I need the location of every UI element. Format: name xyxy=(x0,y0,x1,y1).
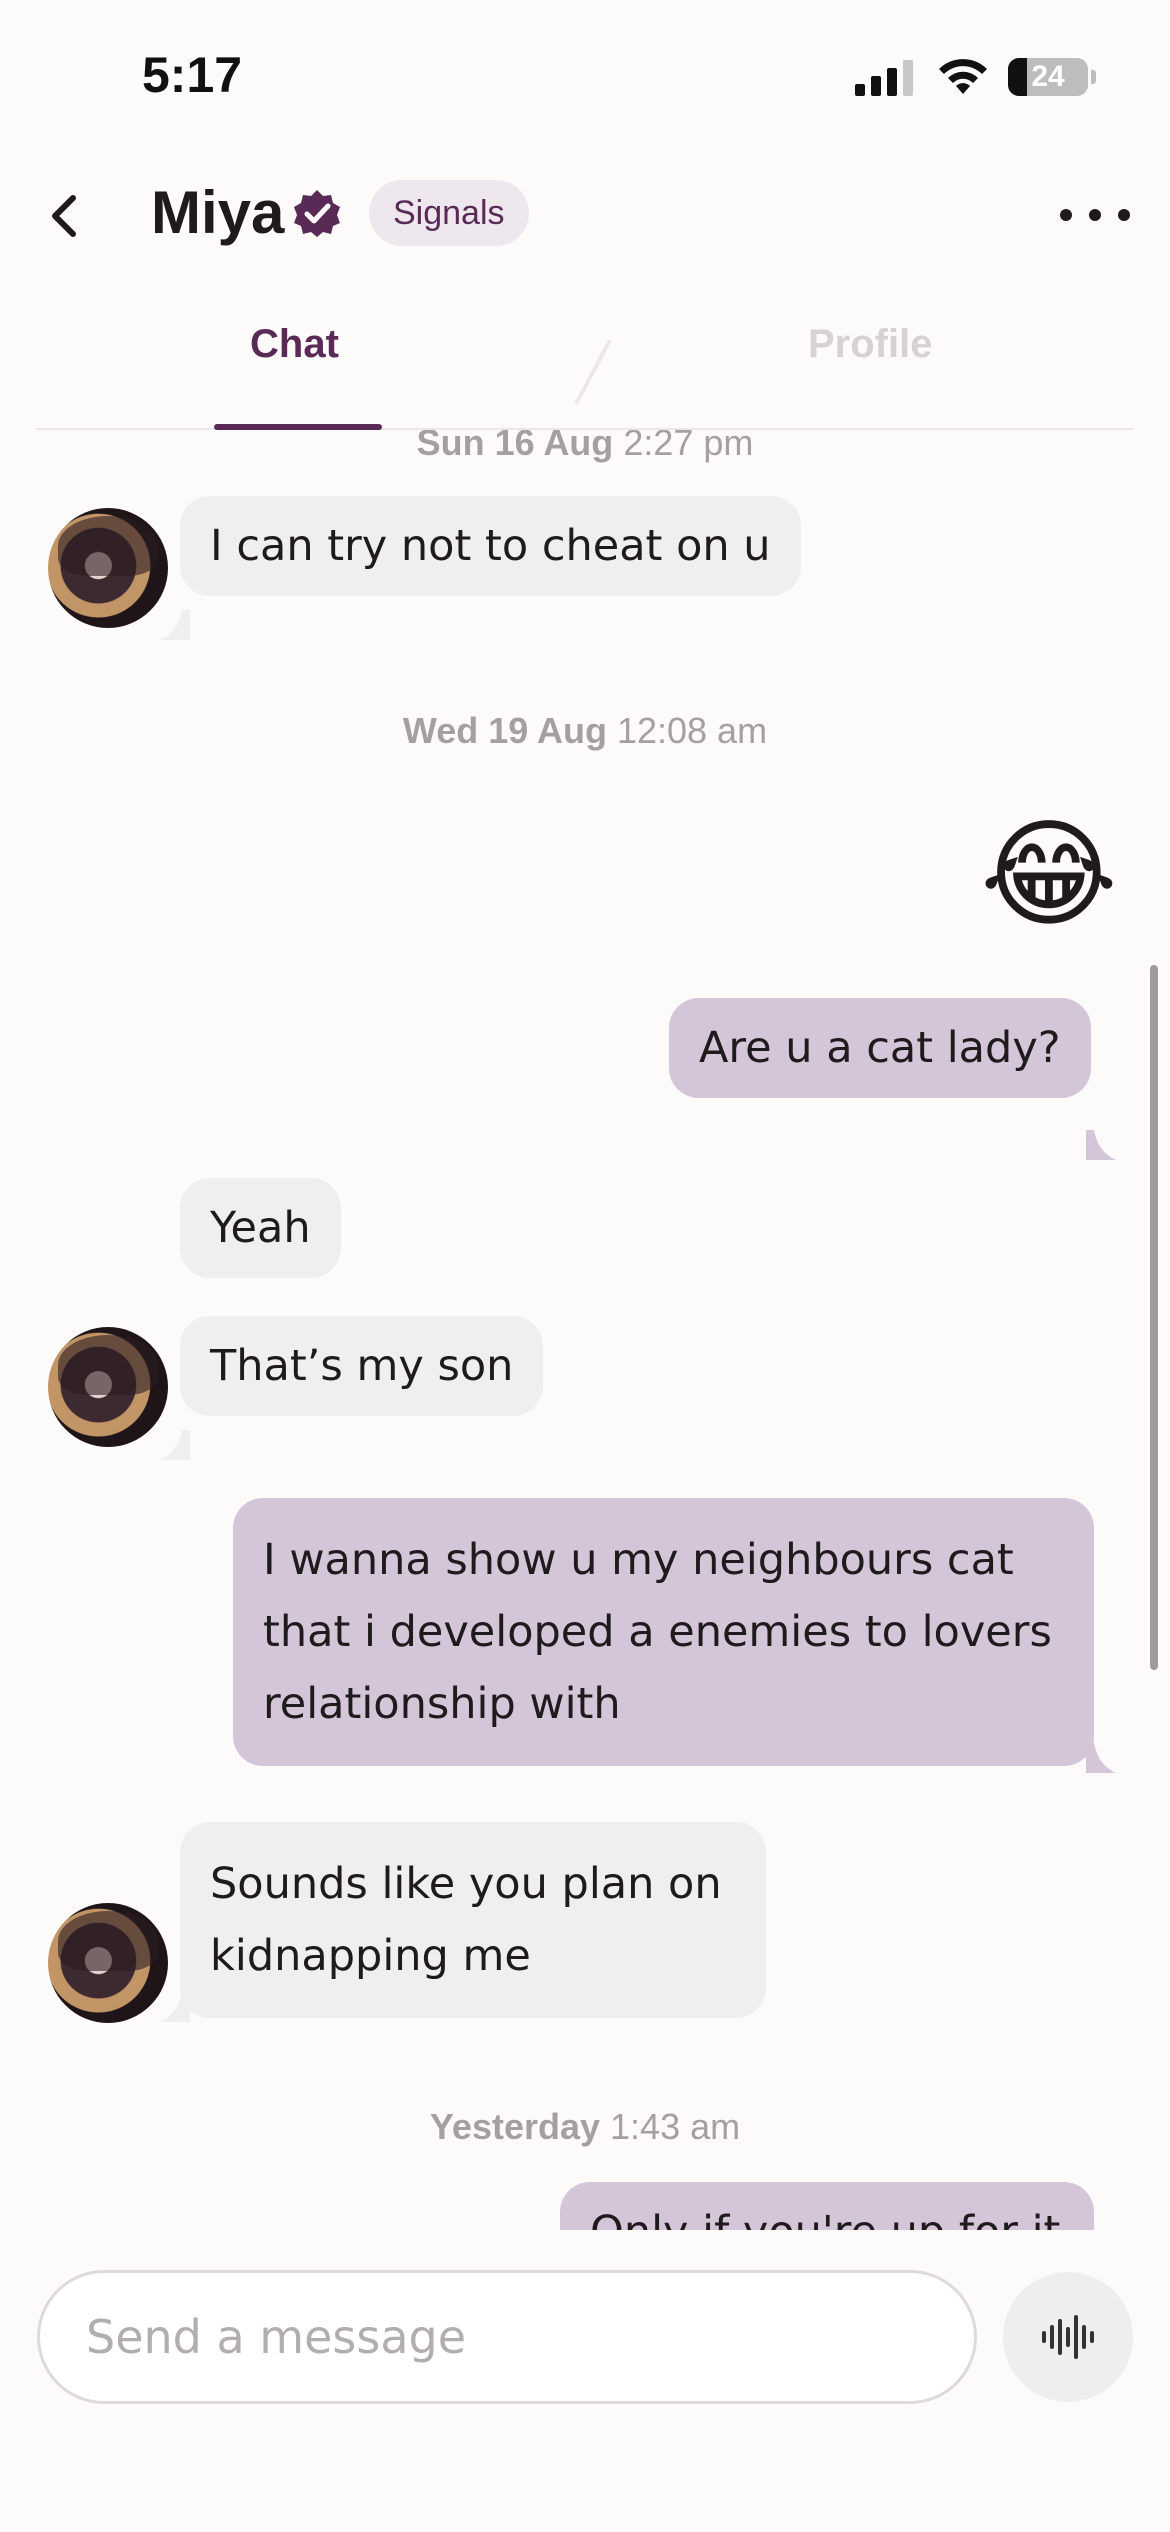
battery-icon: 24 xyxy=(1008,58,1088,96)
contact-avatar[interactable] xyxy=(48,508,168,628)
more-horizontal-icon xyxy=(1060,209,1072,221)
verified-badge-icon xyxy=(294,190,340,237)
chat-screen: 5:17 24 Miya Signals Chat Profile Sun 16… xyxy=(0,0,1170,2532)
status-time: 5:17 xyxy=(142,47,243,103)
contact-avatar[interactable] xyxy=(48,1903,168,2023)
battery-nub xyxy=(1091,70,1096,84)
bubble-tail xyxy=(1086,1130,1116,1160)
outgoing-message[interactable]: I wanna show u my neighbours cat that i … xyxy=(233,1498,1094,1766)
more-options-button[interactable] xyxy=(1060,190,1130,240)
outgoing-emoji-message[interactable]: 😂 xyxy=(980,815,1118,933)
message-input[interactable]: Send a message xyxy=(37,2270,977,2404)
tab-divider xyxy=(574,339,612,405)
incoming-message[interactable]: I can try not to cheat on u xyxy=(180,496,801,596)
outgoing-message[interactable]: Only if you're up for it 😉 xyxy=(560,2182,1094,2230)
timestamp-divider: Yesterday 1:43 am xyxy=(429,2106,741,2147)
tab-profile[interactable]: Profile xyxy=(808,322,932,367)
message-composer: Send a message xyxy=(0,2230,1170,2532)
signals-badge[interactable]: Signals xyxy=(369,180,529,246)
battery-level: 24 xyxy=(1031,60,1065,93)
scrollbar[interactable] xyxy=(1150,965,1158,1670)
timestamp-divider: Wed 19 Aug 12:08 am xyxy=(402,710,768,751)
contact-avatar[interactable] xyxy=(48,1327,168,1447)
wifi-icon xyxy=(939,59,987,94)
contact-name[interactable]: Miya xyxy=(151,178,284,247)
bubble-tail xyxy=(1086,1743,1116,1773)
status-bar: 5:17 24 xyxy=(0,0,1170,150)
bubble-tail xyxy=(160,1430,190,1460)
incoming-message[interactable]: Sounds like you plan on kidnapping me xyxy=(180,1822,766,2018)
back-button[interactable] xyxy=(36,188,92,244)
audio-waveform-icon xyxy=(1042,2315,1094,2359)
timestamp-divider: Sun 16 Aug 2:27 pm xyxy=(416,430,754,463)
incoming-message[interactable]: Yeah xyxy=(180,1178,341,1278)
chat-header: Miya Signals xyxy=(0,150,1170,275)
incoming-message[interactable]: That’s my son xyxy=(180,1316,544,1416)
bubble-tail xyxy=(160,610,190,640)
outgoing-message[interactable]: Are u a cat lady? xyxy=(669,998,1091,1098)
message-list[interactable]: Sun 16 Aug 2:27 pm I can try not to chea… xyxy=(0,430,1170,2230)
tab-chat[interactable]: Chat xyxy=(250,322,339,367)
chat-profile-tabs: Chat Profile xyxy=(36,300,1134,430)
cellular-signal-icon xyxy=(855,60,913,96)
chevron-left-icon xyxy=(52,195,76,237)
voice-message-button[interactable] xyxy=(1003,2272,1133,2402)
